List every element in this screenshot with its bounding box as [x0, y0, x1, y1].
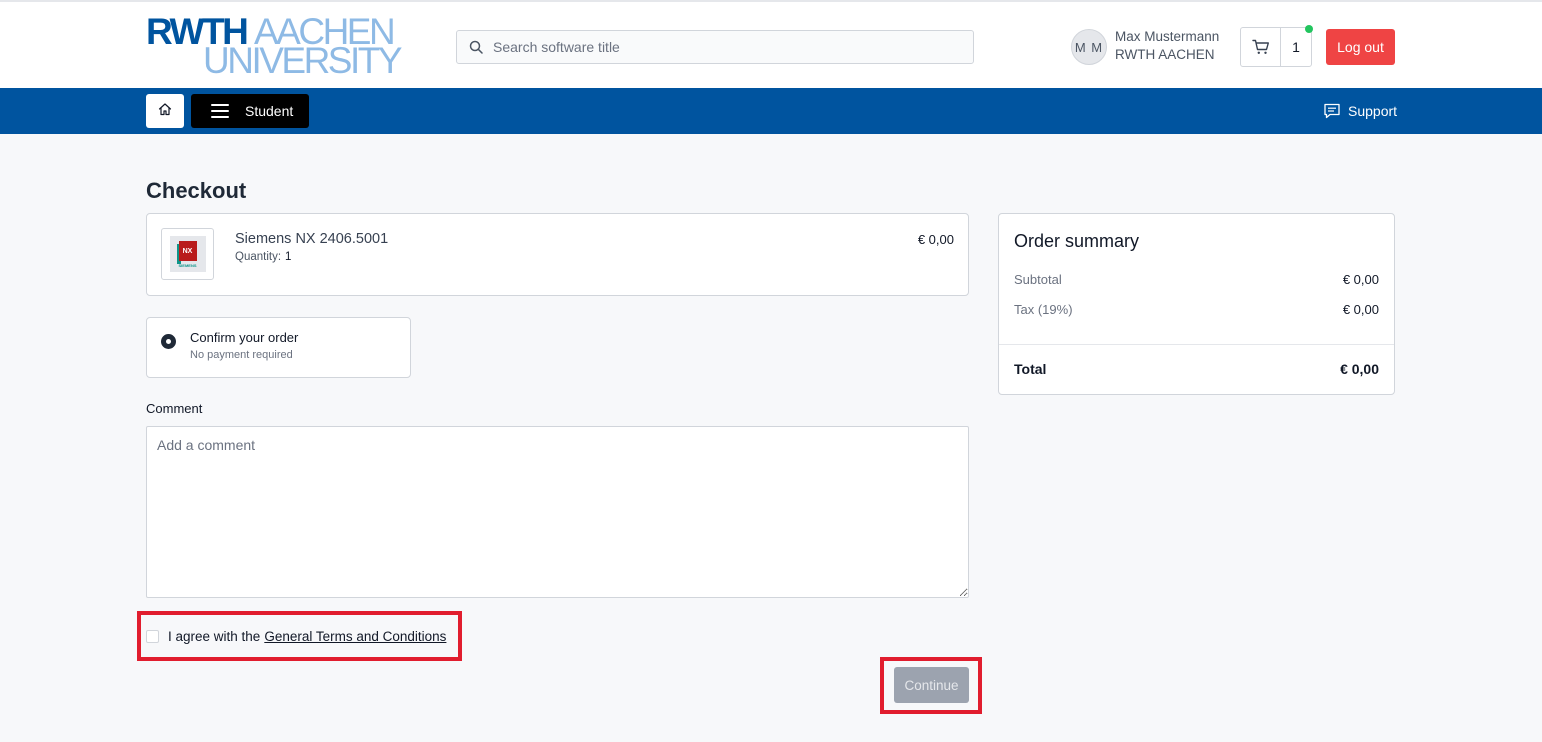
support-label: Support: [1348, 103, 1398, 119]
rwth-logo[interactable]: RWTH AACHEN UNIVERSITY: [146, 13, 403, 79]
cart-button[interactable]: 1: [1240, 25, 1313, 67]
continue-highlight-box: [880, 657, 982, 714]
product-quantity: Quantity: 1: [235, 251, 291, 263]
support-link[interactable]: Support: [1323, 100, 1397, 122]
nav-bar: Student Support: [0, 88, 1542, 134]
terms-highlight-box: [137, 611, 462, 661]
cart-status-dot: [1305, 25, 1313, 33]
hamburger-icon: [211, 104, 229, 118]
chat-icon: [1323, 102, 1341, 120]
avatar[interactable]: M M: [1071, 29, 1107, 65]
search-input[interactable]: [493, 39, 933, 55]
student-menu-button[interactable]: Student: [191, 94, 309, 128]
product-name: Siemens NX 2406.5001: [235, 231, 389, 247]
product-price: € 0,00: [917, 232, 954, 247]
logo-university-text: UNIVERSITY: [203, 40, 403, 81]
menu-label: Student: [245, 103, 294, 119]
payment-option-card[interactable]: Confirm your order No payment required: [146, 317, 411, 378]
nx-logo-subtext: SIEMENS: [178, 263, 197, 268]
tax-row: Tax (19%) € 0,00: [1014, 302, 1379, 317]
cart-item-card: NX SIEMENS Siemens NX 2406.5001 Quantity…: [146, 213, 969, 296]
cart-icon: [1241, 28, 1281, 66]
product-thumbnail: NX SIEMENS: [161, 228, 214, 280]
cart-count: 1: [1292, 39, 1300, 55]
payment-radio[interactable]: [161, 334, 176, 349]
comment-textarea[interactable]: [146, 426, 969, 598]
payment-option-title: Confirm your order: [190, 330, 299, 345]
comment-label: Comment: [146, 401, 203, 416]
top-header: RWTH AACHEN UNIVERSITY M M Max Musterman…: [0, 0, 1542, 88]
tax-value: € 0,00: [1342, 302, 1379, 317]
payment-option-subtitle: No payment required: [190, 349, 293, 361]
summary-title: Order summary: [1014, 231, 1140, 251]
search-bar[interactable]: [456, 30, 974, 64]
search-icon: [469, 40, 483, 54]
total-label: Total: [1014, 361, 1047, 377]
page-title: Checkout: [146, 178, 247, 203]
user-organization: RWTH AACHEN: [1115, 47, 1215, 62]
home-button[interactable]: [146, 94, 184, 128]
subtotal-row: Subtotal € 0,00: [1014, 272, 1379, 287]
user-name: Max Mustermann: [1115, 29, 1220, 44]
quantity-label: Quantity:: [235, 251, 282, 263]
logout-button[interactable]: Log out: [1326, 29, 1395, 65]
total-row: Total € 0,00: [1014, 361, 1379, 377]
total-value: € 0,00: [1340, 361, 1379, 377]
order-summary-card: Order summary Subtotal € 0,00 Tax (19%) …: [998, 213, 1395, 395]
subtotal-value: € 0,00: [1342, 272, 1379, 287]
nx-logo-icon: NX: [178, 241, 197, 261]
subtotal-label: Subtotal: [1014, 272, 1062, 287]
summary-divider: [999, 344, 1394, 345]
tax-label: Tax (19%): [1014, 302, 1073, 317]
home-icon: [158, 102, 172, 121]
quantity-value: 1: [285, 251, 292, 263]
